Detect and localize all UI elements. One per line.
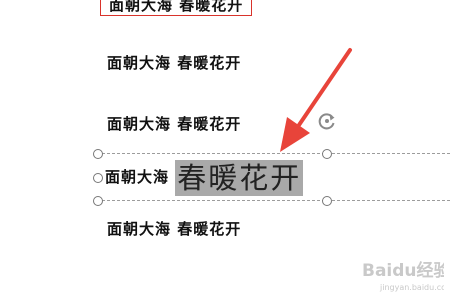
text-line[interactable]: 面朝大海 春暖花开 — [107, 52, 241, 73]
textbox-border-bottom — [97, 200, 450, 201]
selected-text[interactable]: 春暖花开 — [175, 160, 304, 196]
watermark-url: jingyan.baidu.com — [379, 283, 444, 292]
resize-handle-bottom-middle[interactable] — [322, 196, 332, 206]
highlighted-text-line[interactable]: 面朝大海 春暖花开 — [100, 0, 253, 16]
text-line[interactable]: 面朝大海 春暖花开 — [107, 218, 241, 239]
textbox-border-top — [97, 153, 450, 154]
resize-handle-middle-left[interactable] — [93, 173, 103, 183]
text-prefix: 面朝大海 — [105, 168, 176, 186]
document-canvas: 面朝大海 春暖花开 面朝大海 春暖花开 面朝大海 春暖花开 面朝大海 春暖花开 … — [0, 0, 450, 300]
resize-handle-top-left[interactable] — [93, 149, 103, 159]
text-line-with-selection[interactable]: 面朝大海 春暖花开 — [105, 160, 304, 196]
resize-handle-bottom-left[interactable] — [93, 196, 103, 206]
text-line[interactable]: 面朝大海 春暖花开 — [107, 113, 241, 134]
resize-handle-top-middle[interactable] — [322, 149, 332, 159]
watermark-brand: Baidu经验 — [362, 260, 444, 281]
rotate-icon[interactable] — [316, 110, 338, 132]
baidu-watermark: Baidu经验 jingyan.baidu.com — [362, 260, 444, 292]
